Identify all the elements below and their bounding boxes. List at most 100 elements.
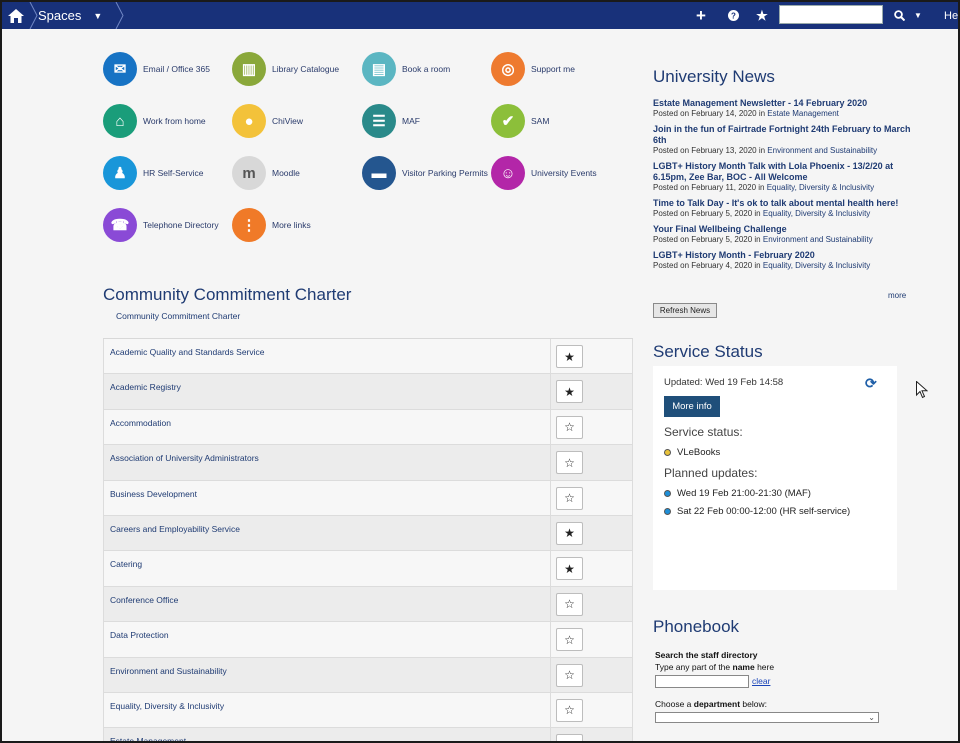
quick-link[interactable]: ☎ Telephone Directory xyxy=(103,208,219,242)
search-chevron-down-icon[interactable]: ▼ xyxy=(912,2,924,29)
favourite-star-button[interactable]: ☆ xyxy=(556,451,583,475)
table-row: Data Protection ☆ xyxy=(103,622,633,658)
plus-icon[interactable]: + xyxy=(692,2,710,29)
search-input[interactable] xyxy=(779,5,883,24)
quick-link[interactable]: ▬ Visitor Parking Permits xyxy=(362,156,488,190)
quick-link[interactable]: ▥ Library Catalogue xyxy=(232,52,339,86)
department-name-link[interactable]: Environment and Sustainability xyxy=(110,666,227,676)
favourite-star-button[interactable]: ★ xyxy=(556,521,583,545)
star-icon[interactable]: ★ xyxy=(753,2,771,29)
news-item: Your Final Wellbeing Challenge Posted on … xyxy=(653,224,911,245)
refresh-news-button[interactable]: Refresh News xyxy=(653,303,717,318)
department-name-link[interactable]: Equality, Diversity & Inclusivity xyxy=(110,701,224,711)
quick-link[interactable]: ⌂ Work from home xyxy=(103,104,206,138)
news-item: Estate Management Newsletter - 14 Februa… xyxy=(653,98,911,119)
news-title: University News xyxy=(653,67,775,86)
department-name-link[interactable]: Accommodation xyxy=(110,418,171,428)
news-item-title-link[interactable]: Time to Talk Day - It's ok to talk about… xyxy=(653,198,911,209)
favourite-star-button[interactable]: ★ xyxy=(556,345,583,368)
moodle-icon: m xyxy=(232,156,266,190)
outlook-icon: ✉ xyxy=(103,52,137,86)
favourite-star-button[interactable]: ☆ xyxy=(556,698,583,722)
quick-link[interactable]: ◎ Support me xyxy=(491,52,575,86)
news-item-title-link[interactable]: Estate Management Newsletter - 14 Februa… xyxy=(653,98,911,109)
quick-link[interactable]: ▤ Book a room xyxy=(362,52,450,86)
favourite-star-button[interactable]: ☆ xyxy=(556,663,583,687)
department-name-link[interactable]: Business Development xyxy=(110,489,197,499)
planned-update-label: Wed 19 Feb 21:00-21:30 (MAF) xyxy=(677,488,811,499)
news-category-link[interactable]: Equality, Diversity & Inclusivity xyxy=(767,183,874,192)
news-item-title-link[interactable]: LGBT+ History Month Talk with Lola Phoen… xyxy=(653,161,911,183)
favourite-star-button[interactable]: ☆ xyxy=(556,415,583,439)
quick-link[interactable]: ● ChiView xyxy=(232,104,303,138)
check-icon: ✔ xyxy=(491,104,525,138)
more-info-button[interactable]: More info xyxy=(664,396,720,417)
favourite-star-button[interactable]: ☆ xyxy=(556,486,583,510)
phonebook-clear-link[interactable]: clear xyxy=(752,676,770,686)
quick-link[interactable]: ☺ University Events xyxy=(491,156,597,190)
column-divider xyxy=(550,622,551,657)
news-category-link[interactable]: Environment and Sustainability xyxy=(763,235,873,244)
quick-link-label: MAF xyxy=(402,116,420,126)
browser-frame: Spaces ▼ + ? ★ ▼ Hel ✉ Email / Office 365… xyxy=(0,0,960,743)
planned-updates-heading: Planned updates: xyxy=(664,466,758,480)
service-status-item-label: VLeBooks xyxy=(677,447,721,458)
quick-link[interactable]: m Moodle xyxy=(232,156,300,190)
service-status-heading: Service status: xyxy=(664,425,743,439)
quick-link[interactable]: ☰ MAF xyxy=(362,104,420,138)
status-updated-time: Updated: Wed 19 Feb 14:58 xyxy=(664,377,784,388)
table-row: Accommodation ☆ xyxy=(103,409,633,446)
quick-link-label: Book a room xyxy=(402,64,451,74)
table-row: Careers and Employability Service ★ xyxy=(103,515,633,552)
phonebook-name-input[interactable] xyxy=(655,675,749,688)
mouse-cursor-icon xyxy=(916,381,928,399)
news-category-link[interactable]: Estate Management xyxy=(767,109,839,118)
charter-subtitle-link[interactable]: Community Commitment Charter xyxy=(116,311,240,321)
news-item: Join in the fun of Fairtrade Fortnight 2… xyxy=(653,124,911,156)
favourite-star-button[interactable]: ☆ xyxy=(556,592,583,616)
news-category-link[interactable]: Equality, Diversity & Inclusivity xyxy=(763,209,870,218)
column-divider xyxy=(550,692,551,728)
help-link[interactable]: Hel xyxy=(944,2,958,29)
department-name-link[interactable]: Data Protection xyxy=(110,630,169,640)
news-more-link[interactable]: more xyxy=(888,291,906,300)
news-item-title-link[interactable]: Your Final Wellbeing Challenge xyxy=(653,224,911,235)
news-item-title-link[interactable]: Join in the fun of Fairtrade Fortnight 2… xyxy=(653,124,911,146)
quick-link[interactable]: ✉ Email / Office 365 xyxy=(103,52,210,86)
department-name-link[interactable]: Academic Registry xyxy=(110,382,181,392)
department-name-link[interactable]: Association of University Administrators xyxy=(110,453,259,463)
quick-link[interactable]: ✔ SAM xyxy=(491,104,549,138)
quick-link[interactable]: ♟ HR Self-Service xyxy=(103,156,203,190)
department-select[interactable]: ⌄ xyxy=(655,712,879,723)
home-button[interactable] xyxy=(2,2,29,29)
favourite-star-button[interactable]: ☆ xyxy=(556,628,583,652)
department-name-link[interactable]: Conference Office xyxy=(110,595,178,605)
favourite-star-button[interactable]: ★ xyxy=(556,557,583,581)
quick-link[interactable]: ⋮ More links xyxy=(232,208,311,242)
news-list: Estate Management Newsletter - 14 Februa… xyxy=(653,98,911,276)
phonebook-search-heading: Search the staff directory xyxy=(655,650,758,660)
help-icon[interactable]: ? xyxy=(724,2,742,29)
department-name-link[interactable]: Catering xyxy=(110,559,142,569)
news-item-meta: Posted on February 4, 2020 in Equality, … xyxy=(653,261,871,270)
refresh-icon[interactable]: ⟳ xyxy=(865,375,877,392)
department-name-link[interactable]: Estate Management xyxy=(110,736,186,741)
department-name-link[interactable]: Academic Quality and Standards Service xyxy=(110,347,265,357)
news-item-title-link[interactable]: LGBT+ History Month - February 2020 xyxy=(653,250,911,261)
favourite-star-button[interactable]: ★ xyxy=(556,380,583,404)
news-category-link[interactable]: Equality, Diversity & Inclusivity xyxy=(763,261,870,270)
quick-link-label: HR Self-Service xyxy=(143,168,204,178)
news-category-link[interactable]: Environment and Sustainability xyxy=(767,146,877,155)
column-divider xyxy=(550,515,551,551)
favourite-star-button[interactable]: ☆ xyxy=(556,734,583,741)
column-divider xyxy=(550,586,551,622)
search-icon[interactable] xyxy=(891,2,907,29)
department-name-link[interactable]: Careers and Employability Service xyxy=(110,524,240,534)
home-icon xyxy=(7,8,24,23)
grades-icon: ☰ xyxy=(362,104,396,138)
chevron-down-icon: ▼ xyxy=(93,10,103,21)
quick-link-label: Email / Office 365 xyxy=(143,64,210,74)
service-status-title: Service Status xyxy=(653,342,763,361)
spaces-menu[interactable]: Spaces ▼ xyxy=(38,2,102,29)
quick-link-label: Moodle xyxy=(272,168,300,178)
